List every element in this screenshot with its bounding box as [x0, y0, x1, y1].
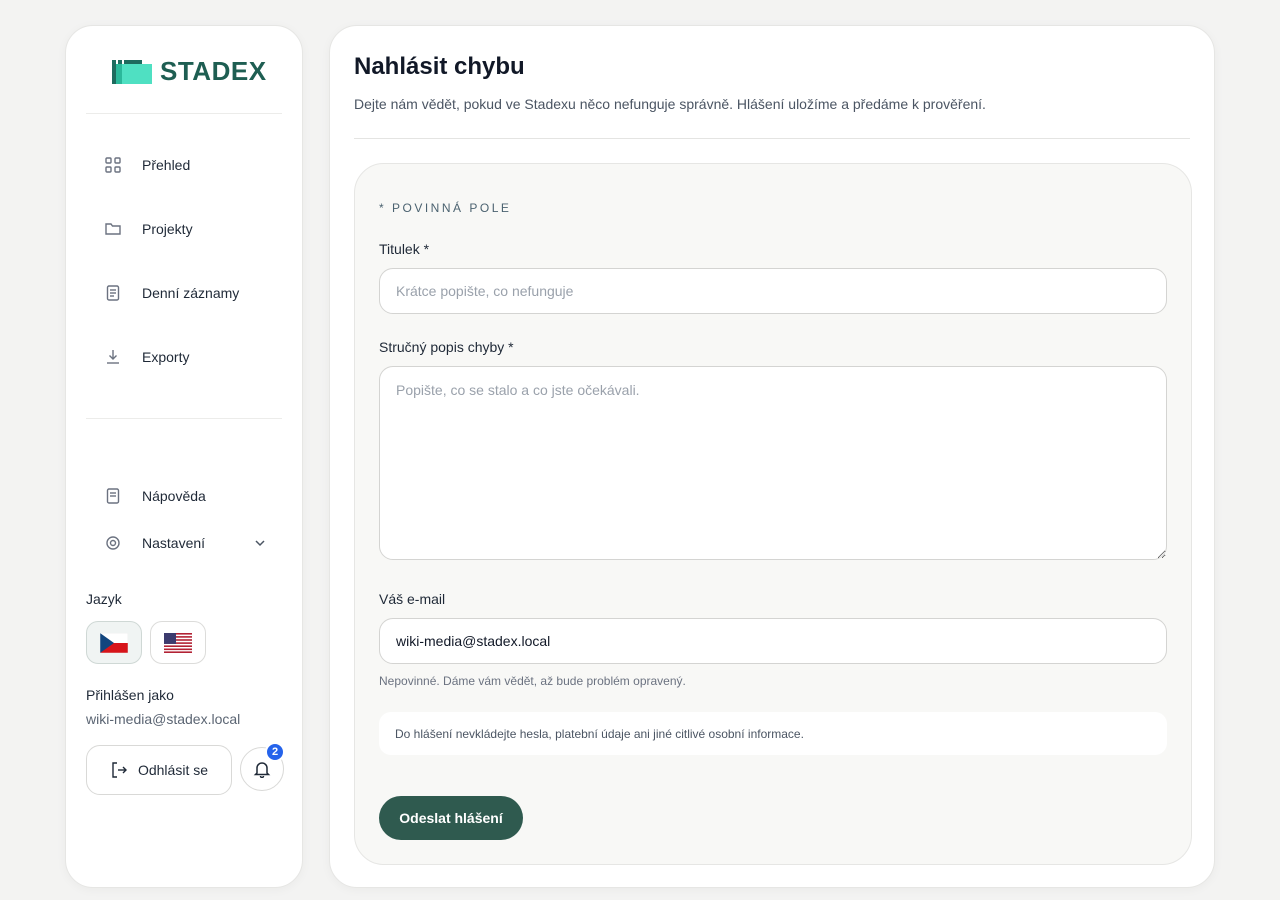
email-label: Váš e-mail — [379, 591, 446, 607]
divider — [86, 113, 282, 114]
main-panel: Nahlásit chybu Dejte nám vědět, pokud ve… — [329, 25, 1215, 888]
divider — [86, 418, 282, 419]
bug-report-form: * POVINNÁ POLE Titulek * Stručný popis c… — [354, 163, 1192, 865]
nav-label: Projekty — [142, 221, 193, 237]
notification-badge: 2 — [265, 742, 285, 762]
page-title: Nahlásit chybu — [354, 53, 525, 80]
chevron-down-icon[interactable] — [253, 536, 267, 550]
nav-item-exports[interactable]: Exporty — [104, 348, 189, 366]
submit-report-button[interactable]: Odeslat hlášení — [379, 796, 523, 840]
brand-name: STADEX — [160, 56, 267, 86]
nav-label: Přehled — [142, 157, 191, 173]
description-label: Stručný popis chyby * — [379, 339, 514, 355]
nav-label: Denní záznamy — [142, 285, 240, 301]
nav-item-projects[interactable]: Projekty — [104, 220, 193, 238]
nav-item-overview[interactable]: Přehled — [104, 156, 190, 174]
book-icon — [106, 488, 120, 504]
nav-label: Nápověda — [142, 488, 206, 504]
notifications-button[interactable]: 2 — [240, 742, 285, 791]
logo[interactable]: STADEX — [112, 56, 267, 87]
title-input[interactable] — [379, 268, 1167, 314]
bell-icon — [253, 762, 271, 778]
nav-label: Nastavení — [142, 535, 206, 551]
language-label: Jazyk — [86, 591, 122, 607]
logout-button[interactable]: Odhlásit se — [86, 745, 232, 795]
language-cs-button[interactable] — [86, 621, 142, 664]
divider — [354, 138, 1190, 139]
download-icon — [107, 350, 119, 364]
description-textarea[interactable] — [379, 366, 1167, 560]
title-label: Titulek * — [379, 241, 430, 257]
grid-icon — [105, 157, 121, 173]
privacy-notice-text: Do hlášení nevkládejte hesla, platební ú… — [395, 726, 804, 741]
language-en-button[interactable] — [150, 621, 206, 664]
nav-item-help[interactable]: Nápověda — [104, 487, 206, 505]
nav-item-daily-records[interactable]: Denní záznamy — [104, 284, 239, 302]
required-fields-note: * POVINNÁ POLE — [379, 201, 512, 215]
sidebar: STADEX Přehled Projekty Denní záznamy Ex… — [65, 25, 303, 888]
logged-in-email: wiki-media@stadex.local — [86, 711, 241, 727]
email-hint: Nepovinné. Dáme vám vědět, až bude probl… — [379, 674, 686, 688]
privacy-notice: Do hlášení nevkládejte hesla, platební ú… — [379, 712, 1167, 755]
email-input[interactable] — [379, 618, 1167, 664]
stadex-logo-icon — [112, 59, 152, 84]
czech-flag-icon — [100, 632, 128, 653]
document-icon — [106, 285, 120, 301]
us-flag-icon — [164, 632, 192, 653]
page-description: Dejte nám vědět, pokud ve Stadexu něco n… — [354, 96, 986, 112]
nav-label: Exporty — [142, 349, 190, 365]
logout-label: Odhlásit se — [137, 762, 209, 778]
folder-icon — [105, 223, 121, 235]
logout-icon — [112, 762, 127, 778]
nav-item-settings[interactable]: Nastavení — [104, 534, 205, 552]
logged-in-label: Přihlášen jako — [86, 687, 174, 703]
gear-icon — [106, 536, 120, 550]
